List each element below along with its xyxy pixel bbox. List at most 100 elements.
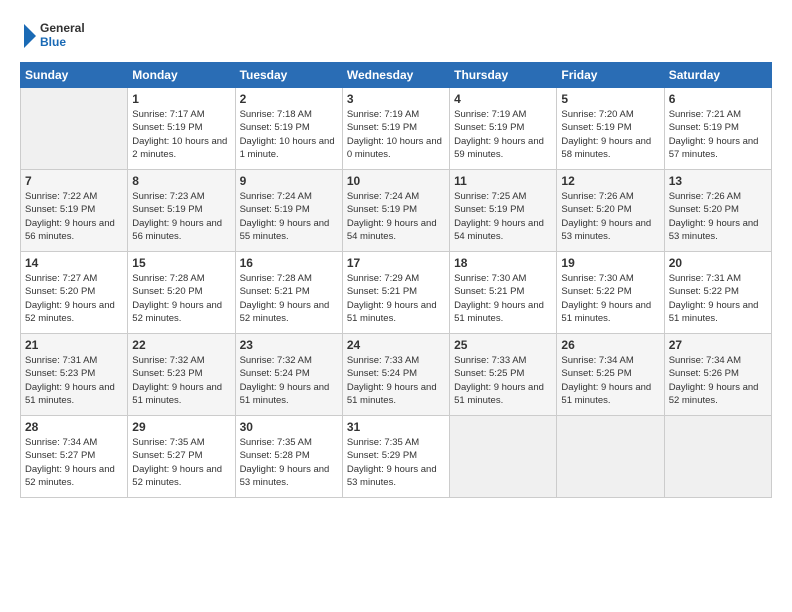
calendar-cell: 17 Sunrise: 7:29 AMSunset: 5:21 PMDayligh… [342, 252, 449, 334]
calendar-cell: 12 Sunrise: 7:26 AMSunset: 5:20 PMDayligh… [557, 170, 664, 252]
calendar-cell: 14 Sunrise: 7:27 AMSunset: 5:20 PMDayligh… [21, 252, 128, 334]
day-number: 17 [347, 256, 445, 270]
calendar-cell: 3Sunrise: 7:19 AMSunset: 5:19 PMDaylight… [342, 88, 449, 170]
calendar-cell: 9Sunrise: 7:24 AMSunset: 5:19 PMDaylight… [235, 170, 342, 252]
header: General Blue [20, 16, 772, 56]
day-number: 12 [561, 174, 659, 188]
day-number: 24 [347, 338, 445, 352]
week-row-3: 14 Sunrise: 7:27 AMSunset: 5:20 PMDayligh… [21, 252, 772, 334]
calendar-cell: 1 Sunrise: 7:17 AMSunset: 5:19 PMDaylight… [128, 88, 235, 170]
cell-details: Sunrise: 7:26 AMSunset: 5:20 PMDaylight:… [561, 190, 659, 243]
cell-details: Sunrise: 7:30 AMSunset: 5:22 PMDaylight:… [561, 272, 659, 325]
cell-details: Sunrise: 7:32 AMSunset: 5:24 PMDaylight:… [240, 354, 338, 407]
cell-details: Sunrise: 7:34 AMSunset: 5:27 PMDaylight:… [25, 436, 123, 489]
day-number: 4 [454, 92, 552, 106]
calendar-cell: 23 Sunrise: 7:32 AMSunset: 5:24 PMDayligh… [235, 334, 342, 416]
cell-details: Sunrise: 7:32 AMSunset: 5:23 PMDaylight:… [132, 354, 230, 407]
day-number: 18 [454, 256, 552, 270]
calendar-cell: 8 Sunrise: 7:23 AMSunset: 5:19 PMDaylight… [128, 170, 235, 252]
cell-details: Sunrise: 7:22 AMSunset: 5:19 PMDaylight:… [25, 190, 123, 243]
cell-details: Sunrise: 7:17 AMSunset: 5:19 PMDaylight:… [132, 108, 230, 161]
day-number: 28 [25, 420, 123, 434]
day-header-thursday: Thursday [450, 63, 557, 88]
calendar-cell: 6 Sunrise: 7:21 AMSunset: 5:19 PMDaylight… [664, 88, 771, 170]
calendar-cell: 25Sunrise: 7:33 AMSunset: 5:25 PMDayligh… [450, 334, 557, 416]
day-number: 5 [561, 92, 659, 106]
calendar-cell: 29Sunrise: 7:35 AMSunset: 5:27 PMDayligh… [128, 416, 235, 498]
calendar-cell: 15Sunrise: 7:28 AMSunset: 5:20 PMDayligh… [128, 252, 235, 334]
cell-details: Sunrise: 7:34 AMSunset: 5:25 PMDaylight:… [561, 354, 659, 407]
calendar-cell: 13 Sunrise: 7:26 AMSunset: 5:20 PMDayligh… [664, 170, 771, 252]
cell-details: Sunrise: 7:33 AMSunset: 5:24 PMDaylight:… [347, 354, 445, 407]
cell-details: Sunrise: 7:25 AMSunset: 5:19 PMDaylight:… [454, 190, 552, 243]
day-number: 26 [561, 338, 659, 352]
header-row: SundayMondayTuesdayWednesdayThursdayFrid… [21, 63, 772, 88]
week-row-4: 21Sunrise: 7:31 AMSunset: 5:23 PMDayligh… [21, 334, 772, 416]
day-number: 7 [25, 174, 123, 188]
page: General Blue SundayMondayTuesdayWednesda… [0, 0, 792, 612]
calendar-cell: 27 Sunrise: 7:34 AMSunset: 5:26 PMDayligh… [664, 334, 771, 416]
cell-details: Sunrise: 7:19 AMSunset: 5:19 PMDaylight:… [454, 108, 552, 161]
cell-details: Sunrise: 7:35 AMSunset: 5:28 PMDaylight:… [240, 436, 338, 489]
day-number: 27 [669, 338, 767, 352]
cell-details: Sunrise: 7:35 AMSunset: 5:27 PMDaylight:… [132, 436, 230, 489]
calendar-cell: 31Sunrise: 7:35 AMSunset: 5:29 PMDayligh… [342, 416, 449, 498]
cell-details: Sunrise: 7:30 AMSunset: 5:21 PMDaylight:… [454, 272, 552, 325]
calendar-cell: 22 Sunrise: 7:32 AMSunset: 5:23 PMDayligh… [128, 334, 235, 416]
calendar-cell: 5 Sunrise: 7:20 AMSunset: 5:19 PMDaylight… [557, 88, 664, 170]
cell-details: Sunrise: 7:21 AMSunset: 5:19 PMDaylight:… [669, 108, 767, 161]
day-number: 9 [240, 174, 338, 188]
day-number: 1 [132, 92, 230, 106]
day-number: 6 [669, 92, 767, 106]
cell-details: Sunrise: 7:28 AMSunset: 5:21 PMDaylight:… [240, 272, 338, 325]
day-header-wednesday: Wednesday [342, 63, 449, 88]
day-header-tuesday: Tuesday [235, 63, 342, 88]
svg-text:General: General [40, 21, 85, 35]
day-number: 19 [561, 256, 659, 270]
calendar-cell [450, 416, 557, 498]
calendar-cell: 18 Sunrise: 7:30 AMSunset: 5:21 PMDayligh… [450, 252, 557, 334]
day-number: 11 [454, 174, 552, 188]
week-row-2: 7 Sunrise: 7:22 AMSunset: 5:19 PMDaylight… [21, 170, 772, 252]
cell-details: Sunrise: 7:31 AMSunset: 5:23 PMDaylight:… [25, 354, 123, 407]
cell-details: Sunrise: 7:27 AMSunset: 5:20 PMDaylight:… [25, 272, 123, 325]
day-number: 22 [132, 338, 230, 352]
day-header-saturday: Saturday [664, 63, 771, 88]
calendar-cell [21, 88, 128, 170]
day-number: 13 [669, 174, 767, 188]
cell-details: Sunrise: 7:23 AMSunset: 5:19 PMDaylight:… [132, 190, 230, 243]
day-number: 2 [240, 92, 338, 106]
cell-details: Sunrise: 7:29 AMSunset: 5:21 PMDaylight:… [347, 272, 445, 325]
svg-text:Blue: Blue [40, 35, 66, 49]
calendar-cell: 11 Sunrise: 7:25 AMSunset: 5:19 PMDayligh… [450, 170, 557, 252]
day-header-monday: Monday [128, 63, 235, 88]
calendar-cell: 7 Sunrise: 7:22 AMSunset: 5:19 PMDaylight… [21, 170, 128, 252]
cell-details: Sunrise: 7:34 AMSunset: 5:26 PMDaylight:… [669, 354, 767, 407]
cell-details: Sunrise: 7:18 AMSunset: 5:19 PMDaylight:… [240, 108, 338, 161]
day-number: 14 [25, 256, 123, 270]
logo-svg: General Blue [20, 16, 100, 56]
calendar-cell: 20Sunrise: 7:31 AMSunset: 5:22 PMDayligh… [664, 252, 771, 334]
calendar-cell: 10 Sunrise: 7:24 AMSunset: 5:19 PMDayligh… [342, 170, 449, 252]
cell-details: Sunrise: 7:33 AMSunset: 5:25 PMDaylight:… [454, 354, 552, 407]
calendar-cell: 19 Sunrise: 7:30 AMSunset: 5:22 PMDayligh… [557, 252, 664, 334]
day-number: 8 [132, 174, 230, 188]
calendar-cell: 16Sunrise: 7:28 AMSunset: 5:21 PMDayligh… [235, 252, 342, 334]
cell-details: Sunrise: 7:26 AMSunset: 5:20 PMDaylight:… [669, 190, 767, 243]
calendar-cell: 30 Sunrise: 7:35 AMSunset: 5:28 PMDayligh… [235, 416, 342, 498]
day-number: 31 [347, 420, 445, 434]
day-number: 10 [347, 174, 445, 188]
day-number: 30 [240, 420, 338, 434]
day-number: 23 [240, 338, 338, 352]
day-number: 3 [347, 92, 445, 106]
cell-details: Sunrise: 7:20 AMSunset: 5:19 PMDaylight:… [561, 108, 659, 161]
calendar-cell: 21Sunrise: 7:31 AMSunset: 5:23 PMDayligh… [21, 334, 128, 416]
day-header-sunday: Sunday [21, 63, 128, 88]
calendar-cell [557, 416, 664, 498]
cell-details: Sunrise: 7:24 AMSunset: 5:19 PMDaylight:… [347, 190, 445, 243]
week-row-5: 28 Sunrise: 7:34 AMSunset: 5:27 PMDayligh… [21, 416, 772, 498]
week-row-1: 1 Sunrise: 7:17 AMSunset: 5:19 PMDaylight… [21, 88, 772, 170]
calendar-cell: 26 Sunrise: 7:34 AMSunset: 5:25 PMDayligh… [557, 334, 664, 416]
day-number: 15 [132, 256, 230, 270]
calendar-cell: 4 Sunrise: 7:19 AMSunset: 5:19 PMDaylight… [450, 88, 557, 170]
